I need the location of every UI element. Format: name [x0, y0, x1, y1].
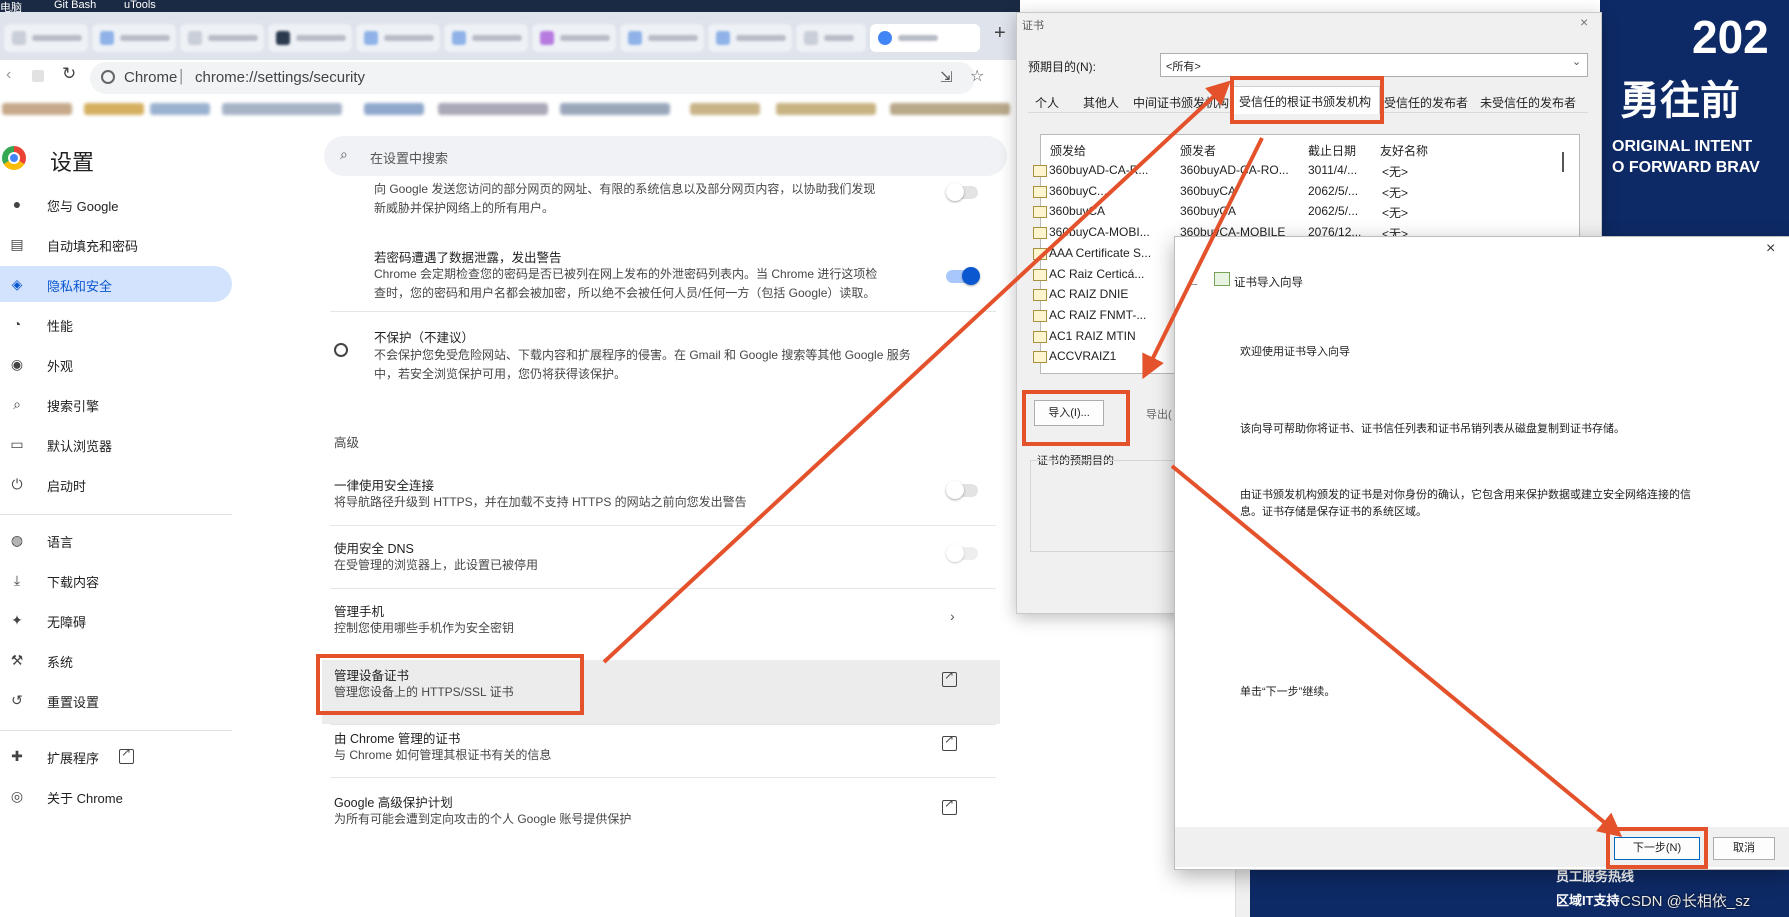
annotation-arrows — [602, 80, 1623, 838]
csdn-watermark: CSDN @长相依_sz — [1620, 893, 1751, 910]
arrow-certs-to-root-tab — [602, 80, 1231, 664]
arrow-import-to-next — [1170, 464, 1623, 838]
arrow-root-tab-to-list — [1142, 137, 1264, 380]
